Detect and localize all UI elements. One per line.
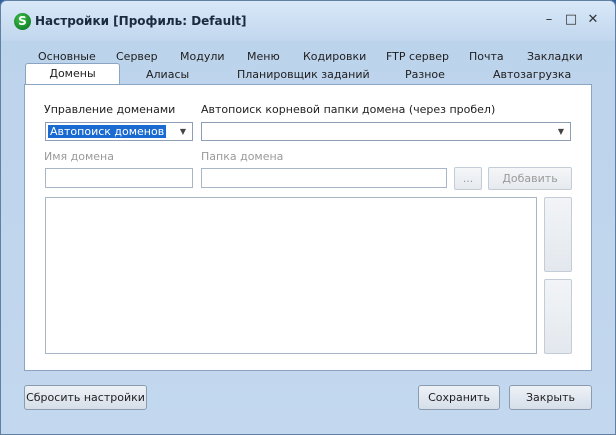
move-up-button[interactable] [544,197,572,272]
tab-menu[interactable]: Меню [247,50,280,63]
minimize-button[interactable]: – [540,11,558,29]
title-bar[interactable]: S Настройки [Профиль: Default] – □ ✕ [1,1,615,41]
domain-name-input[interactable] [45,168,193,188]
domain-folder-input[interactable] [201,168,447,188]
domain-name-label: Имя домена [44,150,114,163]
domain-management-value: Автопоиск доменов [48,125,167,138]
move-down-button[interactable] [544,279,572,354]
tab-main[interactable]: Основные [38,50,96,63]
autosearch-root-value [204,125,208,138]
autosearch-root-label: Автопоиск корневой папки домена (через п… [201,103,496,116]
app-logo-icon: S [14,13,31,30]
tab-server[interactable]: Сервер [116,50,158,63]
tab-mail[interactable]: Почта [469,50,504,63]
tab-scheduler[interactable]: Планировщик заданий [237,68,370,81]
save-button[interactable]: Сохранить [418,385,500,410]
domains-list[interactable] [45,197,537,354]
close-button[interactable]: Закрыть [509,385,592,410]
tab-misc[interactable]: Разное [405,68,445,81]
browse-button[interactable]: ... [454,167,482,190]
tab-autostart[interactable]: Автозагрузка [493,68,571,81]
add-domain-button[interactable]: Добавить [488,167,572,190]
tab-encodings[interactable]: Кодировки [303,50,366,63]
window-title: Настройки [Профиль: Default] [35,14,247,28]
maximize-button[interactable]: □ [562,11,580,29]
chevron-down-icon: ▼ [179,127,187,136]
domain-management-label: Управление доменами [44,103,176,116]
chevron-down-icon: ▼ [557,127,565,136]
domain-management-select[interactable]: Автопоиск доменов ▼ [45,122,193,141]
tab-aliases[interactable]: Алиасы [146,68,189,81]
tab-modules[interactable]: Модули [180,50,225,63]
domain-folder-label: Папка домена [201,150,284,163]
settings-window: S Настройки [Профиль: Default] – □ ✕ Осн… [0,0,616,435]
tab-bookmarks[interactable]: Закладки [527,50,583,63]
close-window-button[interactable]: ✕ [584,11,602,29]
autosearch-root-select[interactable]: ▼ [201,122,571,141]
tab-domains[interactable]: Домены [25,63,120,85]
reset-settings-button[interactable]: Сбросить настройки [24,385,147,410]
tab-ftp-server[interactable]: FTP сервер [386,50,449,63]
